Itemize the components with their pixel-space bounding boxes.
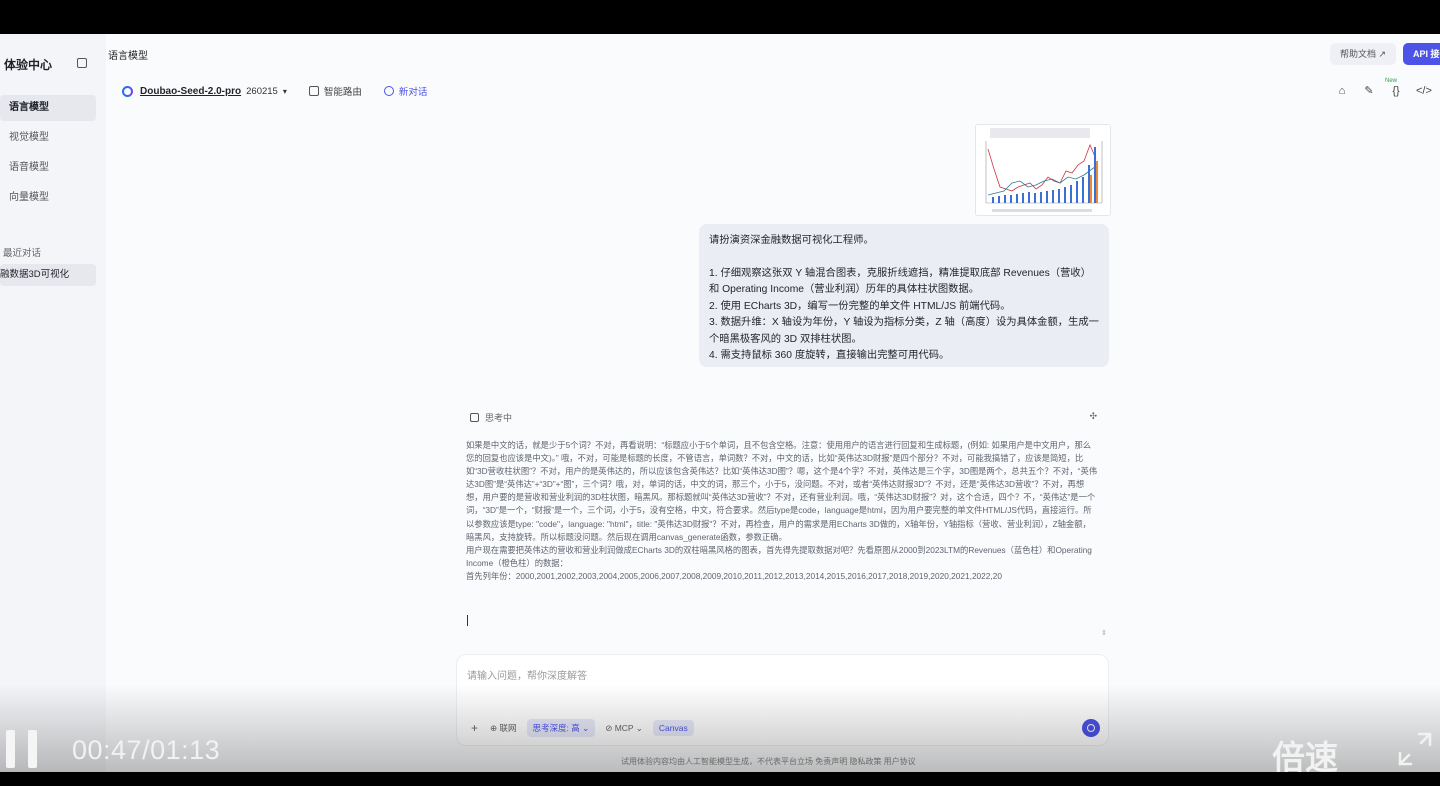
canvas-toggle[interactable]: Canvas: [652, 720, 694, 736]
smart-route-button[interactable]: 智能路由: [308, 84, 362, 98]
new-chat-button[interactable]: 新对话: [383, 84, 428, 98]
chat-input-box[interactable]: 请输入问题，帮你深度解答 + ⊕ 联网 思考深度: 高 ⌄ ⊘ MCP ⌄ Ca…: [456, 654, 1109, 746]
pin-icon[interactable]: ✎: [1362, 84, 1376, 98]
pause-button[interactable]: [6, 730, 38, 770]
user-message-step: 1. 仔细观察这张双 Y 轴混合图表，克服折线遮挡，精准提取底部 Revenue…: [709, 267, 1091, 296]
sidebar-item-vision-model[interactable]: 视觉模型: [0, 125, 96, 151]
smart-route-label: 智能路由: [323, 87, 362, 98]
thinking-depth-dropdown[interactable]: 思考深度: 高 ⌄: [526, 719, 596, 737]
thinking-panel: 思考中 ✣ 如果是中文的话，就是少于5个词？不对，再看说明：“标题应小于5个单词…: [456, 402, 1109, 642]
app-screen: 体验中心 语言模型 视觉模型 语音模型 向量模型 最近对话 融数据3D可视化 语…: [0, 34, 1440, 772]
model-version: 260215: [246, 85, 278, 97]
web-search-toggle[interactable]: ⊕ 联网: [490, 722, 516, 734]
route-icon: [308, 86, 319, 96]
video-timestamp: 00:47/01:13: [72, 735, 221, 765]
attached-chart-image[interactable]: [975, 124, 1111, 216]
pause-bar-icon: [6, 730, 15, 768]
variables-icon[interactable]: {}: [1389, 84, 1403, 98]
chat-bubble-icon: [383, 86, 394, 96]
new-chat-label: 新对话: [398, 87, 428, 98]
video-letterbox-top: [0, 0, 1440, 34]
sidebar: 体验中心 语言模型 视觉模型 语音模型 向量模型 最近对话 融数据3D可视化: [0, 34, 106, 772]
user-message-intro: 请扮演资深金融数据可视化工程师。: [709, 235, 874, 246]
api-button[interactable]: API 接: [1403, 43, 1440, 65]
sidebar-collapse-icon[interactable]: [77, 58, 87, 68]
thinking-paragraph: 如果是中文的话，就是少于5个词？不对，再看说明：“标题应小于5个单词，且不包含空…: [466, 440, 1098, 542]
recent-chats-title: 最近对话: [3, 248, 42, 259]
fullscreen-icon: [1398, 732, 1432, 766]
sidebar-item-language-model[interactable]: 语言模型: [0, 95, 96, 121]
thinking-paragraph: 用户现在需要把英伟达的营收和营业利润做成ECharts 3D的双柱暗黑风格的图表…: [466, 544, 1092, 568]
page-title: 语言模型: [108, 51, 148, 62]
thinking-status: 思考中: [485, 413, 513, 423]
user-message-step: 4. 需支持鼠标 360 度旋转，直接输出完整可用代码。: [709, 350, 950, 361]
sidebar-item-speech-model[interactable]: 语音模型: [0, 155, 96, 181]
doubao-logo-icon: [122, 85, 133, 97]
toolbar-right-icons: ⌂ ✎ {} </> ⇆: [1322, 84, 1440, 98]
brand-title: 体验中心: [4, 58, 53, 72]
input-tools: + ⊕ 联网 思考深度: 高 ⌄ ⊘ MCP ⌄ Canvas: [471, 719, 704, 737]
model-selector[interactable]: Doubao-Seed-2.0-pro: [140, 86, 241, 97]
model-toolbar: Doubao-Seed-2.0-pro 260215 ▾ 智能路由 新对话: [122, 82, 427, 100]
main-area: 语言模型 帮助文档 ↗ API 接 Doubao-Seed-2.0-pro 26…: [106, 34, 1440, 772]
fullscreen-button[interactable]: [1396, 730, 1434, 768]
user-message-bubble: 请扮演资深金融数据可视化工程师。 1. 仔细观察这张双 Y 轴混合图表，克服折线…: [699, 224, 1109, 367]
thinking-paragraph: 首先列年份：2000,2001,2002,2003,2004,2005,2006…: [466, 570, 1002, 581]
clear-icon[interactable]: ⌂: [1335, 84, 1349, 98]
mcp-dropdown[interactable]: ⊘ MCP ⌄: [605, 723, 643, 734]
chart-thumbnail-icon: [976, 125, 1110, 215]
user-message-step: 2. 使用 ECharts 3D，编写一份完整的单文件 HTML/JS 前端代码…: [709, 300, 1011, 312]
recent-chat-item[interactable]: 融数据3D可视化: [0, 264, 96, 286]
thinking-text: 如果是中文的话，就是少于5个词？不对，再看说明：“标题应小于5个单词，且不包含空…: [466, 439, 1098, 583]
user-message-step: 3. 数据升维：X 轴设为年份，Y 轴设为指标分类，Z 轴（高度）设为具体金额，…: [709, 317, 1099, 345]
scroll-indicator[interactable]: ⇕: [1101, 629, 1107, 637]
chevron-down-icon[interactable]: ▾: [283, 87, 287, 96]
chat-input-placeholder[interactable]: 请输入问题，帮你深度解答: [467, 667, 587, 682]
footer-disclaimer: 试用体验内容均由人工智能模型生成，不代表平台立场 免责声明 隐私政策 用户协议: [621, 757, 916, 766]
thinking-header[interactable]: 思考中: [470, 411, 512, 424]
video-letterbox-bottom: [0, 772, 1440, 786]
help-docs-button[interactable]: 帮助文档 ↗: [1330, 43, 1397, 65]
sidebar-item-vector-model[interactable]: 向量模型: [0, 185, 96, 211]
pause-bar-icon: [28, 730, 37, 768]
add-attachment-button[interactable]: +: [471, 721, 478, 735]
collapse-icon[interactable]: ✣: [1089, 411, 1097, 422]
send-stop-button[interactable]: [1082, 719, 1100, 737]
code-icon[interactable]: </>: [1416, 84, 1432, 98]
thinking-icon: [470, 413, 479, 422]
text-cursor: [467, 615, 468, 626]
